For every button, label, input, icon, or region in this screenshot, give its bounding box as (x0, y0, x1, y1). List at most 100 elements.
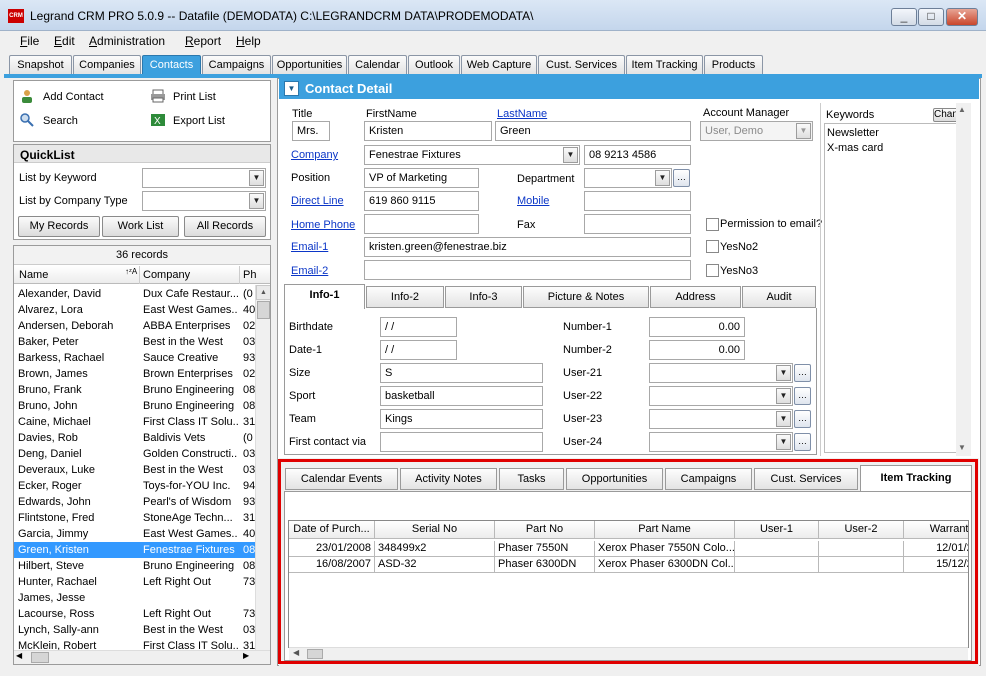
tab-outlook[interactable]: Outlook (408, 55, 460, 75)
number2-field[interactable]: 0.00 (649, 340, 745, 360)
scroll-thumb[interactable] (257, 301, 270, 319)
list-item[interactable]: Garcia, Jimmy East West Games... 40 (14, 526, 256, 542)
list-item[interactable]: Edwards, John Pearl's of Wisdom 93 (14, 494, 256, 510)
tab-companies[interactable]: Companies (73, 55, 141, 75)
list-item[interactable]: James, Jesse (14, 590, 256, 606)
tab-campaigns[interactable]: Campaigns (202, 55, 271, 75)
user21-lookup-button[interactable]: … (794, 364, 811, 382)
list-item[interactable]: Green, Kristen Fenestrae Fixtures 08 (14, 542, 256, 558)
user22-select[interactable] (649, 386, 793, 406)
permission-checkbox[interactable] (706, 218, 719, 231)
date1-field[interactable]: / / (380, 340, 457, 360)
tab-picture-notes[interactable]: Picture & Notes (523, 286, 649, 308)
export-list-link[interactable]: Export List (173, 115, 225, 127)
list-item[interactable]: Ecker, Roger Toys-for-YOU Inc. 94 (14, 478, 256, 494)
user23-select[interactable] (649, 409, 793, 429)
chevron-down-icon[interactable]: ▼ (776, 411, 791, 427)
direct-line-field[interactable]: 619 860 9115 (364, 191, 479, 211)
menu-help[interactable]: Help (236, 34, 261, 48)
email2-field[interactable] (364, 260, 691, 280)
yesno3-checkbox[interactable] (706, 264, 719, 277)
last-name-link[interactable]: LastName (497, 108, 547, 120)
scroll-thumb[interactable] (31, 652, 49, 663)
email1-field[interactable]: kristen.green@fenestrae.biz (364, 237, 691, 257)
search-link[interactable]: Search (43, 115, 78, 127)
column-company[interactable]: Company (143, 269, 190, 281)
tab-info-2[interactable]: Info-2 (366, 286, 444, 308)
list-item[interactable]: Andersen, Deborah ABBA Enterprises 02 (14, 318, 256, 334)
close-button[interactable]: ✕ (946, 8, 978, 26)
list-item[interactable]: Bruno, Frank Bruno Engineering 08 (14, 382, 256, 398)
title-field[interactable]: Mrs. (292, 121, 330, 141)
scroll-up-arrow[interactable]: ▲ (256, 285, 270, 300)
tab-info-1[interactable]: Info-1 (284, 284, 365, 309)
list-item[interactable]: Lynch, Sally-ann Best in the West 03 (14, 622, 256, 638)
list-item[interactable]: Deveraux, Luke Best in the West 03 (14, 462, 256, 478)
mobile-link[interactable]: Mobile (517, 195, 549, 207)
size-field[interactable]: S (380, 363, 543, 383)
chevron-down-icon[interactable]: ▼ (796, 123, 811, 139)
team-field[interactable]: Kings (380, 409, 543, 429)
last-name-field[interactable]: Green (495, 121, 691, 141)
menu-edit[interactable]: Edit (54, 34, 75, 48)
company-field[interactable]: Fenestrae Fixtures (364, 145, 580, 165)
number1-field[interactable]: 0.00 (649, 317, 745, 337)
tab-info-3[interactable]: Info-3 (445, 286, 522, 308)
tab-web-capture[interactable]: Web Capture (461, 55, 537, 75)
minimize-button[interactable]: _ (891, 8, 917, 26)
menu-report[interactable]: Report (185, 34, 221, 48)
list-vertical-scrollbar[interactable]: ▲ (255, 285, 270, 651)
first-name-field[interactable]: Kristen (364, 121, 492, 141)
tab-opportunities[interactable]: Opportunities (272, 55, 347, 75)
list-item[interactable]: Alexander, David Dux Cafe Restaur... (0 (14, 286, 256, 302)
fax-field[interactable] (584, 214, 691, 234)
sport-field[interactable]: basketball (380, 386, 543, 406)
list-item[interactable]: Hunter, Rachael Left Right Out 73 (14, 574, 256, 590)
tab-calendar[interactable]: Calendar (348, 55, 407, 75)
chevron-down-icon[interactable]: ▼ (776, 388, 791, 404)
tab-products[interactable]: Products (704, 55, 763, 75)
yesno2-checkbox[interactable] (706, 240, 719, 253)
collapse-chevron-icon[interactable]: ▼ (284, 81, 299, 96)
chevron-down-icon[interactable]: ▼ (776, 434, 791, 450)
list-item[interactable]: Baker, Peter Best in the West 03 (14, 334, 256, 350)
chevron-down-icon[interactable]: ▼ (655, 170, 670, 186)
column-phone[interactable]: Ph (243, 269, 256, 281)
tab-address[interactable]: Address (650, 286, 741, 308)
first-contact-field[interactable] (380, 432, 543, 452)
list-item[interactable]: Bruno, John Bruno Engineering 08 (14, 398, 256, 414)
keyword-select[interactable] (142, 168, 266, 188)
menu-file[interactable]: File (20, 34, 39, 48)
company-link[interactable]: Company (291, 149, 338, 161)
chevron-down-icon[interactable]: ▼ (776, 365, 791, 381)
scroll-left-arrow[interactable]: ◀ (16, 651, 22, 660)
mobile-field[interactable] (584, 191, 691, 211)
user22-lookup-button[interactable]: … (794, 387, 811, 405)
print-list-link[interactable]: Print List (173, 91, 216, 103)
email1-link[interactable]: Email-1 (291, 241, 328, 253)
user24-select[interactable] (649, 432, 793, 452)
tab-item-tracking[interactable]: Item Tracking (626, 55, 703, 75)
column-name[interactable]: Name (19, 269, 48, 281)
chevron-down-icon[interactable]: ▼ (563, 147, 578, 163)
scroll-right-arrow[interactable]: ▶ (243, 651, 249, 660)
company-phone-field[interactable]: 08 9213 4586 (584, 145, 691, 165)
all-records-button[interactable]: All Records (184, 216, 266, 237)
list-item[interactable]: Lacourse, Ross Left Right Out 73 (14, 606, 256, 622)
list-item[interactable]: McKlein, Robert First Class IT Solu... 31 (14, 638, 256, 650)
direct-line-link[interactable]: Direct Line (291, 195, 344, 207)
list-item[interactable]: Alvarez, Lora East West Games... 40 (14, 302, 256, 318)
tab-audit[interactable]: Audit (742, 286, 816, 308)
list-item[interactable]: Deng, Daniel Golden Constructi... 03 (14, 446, 256, 462)
home-phone-link[interactable]: Home Phone (291, 219, 355, 231)
chevron-down-icon[interactable]: ▼ (249, 193, 264, 209)
work-list-button[interactable]: Work List (102, 216, 179, 237)
user24-lookup-button[interactable]: … (794, 433, 811, 451)
list-item[interactable]: Davies, Rob Baldivis Vets (0 (14, 430, 256, 446)
list-item[interactable]: Brown, James Brown Enterprises 02 (14, 366, 256, 382)
user23-lookup-button[interactable]: … (794, 410, 811, 428)
scroll-up-arrow[interactable]: ▲ (958, 105, 966, 114)
list-item[interactable]: Barkess, Rachael Sauce Creative 93 (14, 350, 256, 366)
department-lookup-button[interactable]: … (673, 169, 690, 187)
tab-contacts[interactable]: Contacts (142, 55, 201, 75)
